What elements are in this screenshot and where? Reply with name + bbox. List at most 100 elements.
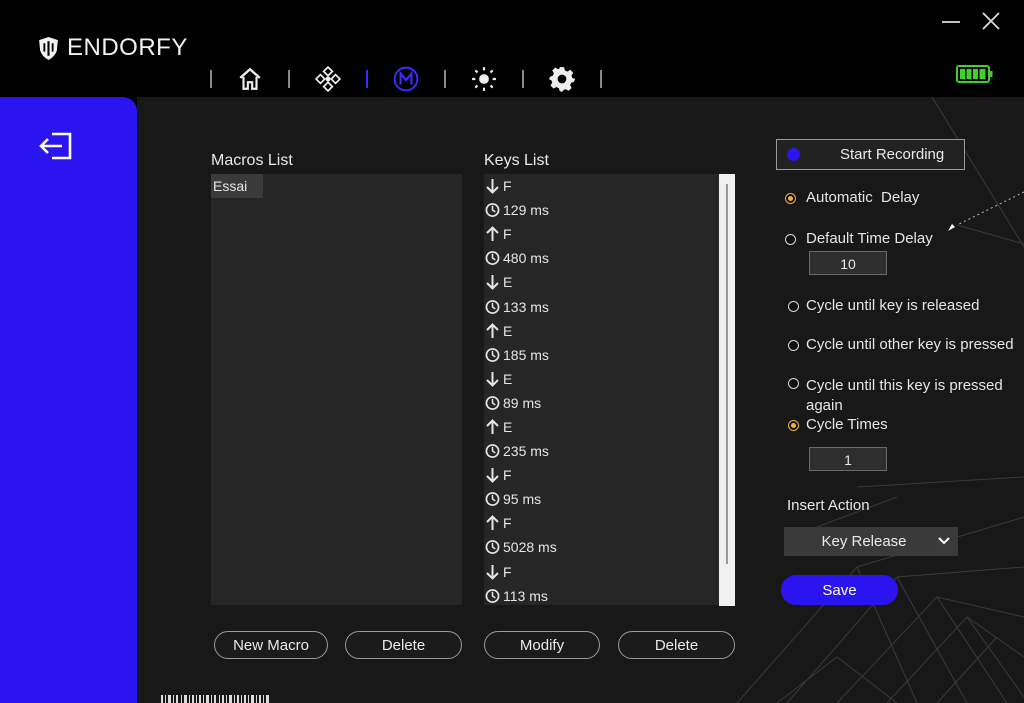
key-row[interactable]: F (484, 174, 720, 198)
arrow-up-icon (485, 515, 503, 531)
key-row-text: E (503, 274, 513, 291)
arrow-down-icon (485, 178, 503, 194)
close-button[interactable] (980, 10, 1002, 32)
radio-cycle-other-key[interactable] (788, 340, 799, 351)
nav-buttons[interactable] (290, 62, 366, 96)
macro-item[interactable]: Essai (211, 174, 263, 198)
start-recording-label: Start Recording (840, 146, 945, 163)
option-label: Cycle Times (806, 416, 888, 433)
key-row-text: F (503, 226, 512, 243)
modify-key-button[interactable]: Modify (484, 631, 600, 659)
dpad-icon (315, 66, 341, 92)
key-row[interactable]: 480 ms (484, 246, 720, 270)
key-row-text: F (503, 515, 512, 532)
key-row[interactable]: F (484, 560, 720, 584)
key-row[interactable]: 185 ms (484, 343, 720, 367)
nav-settings[interactable] (524, 62, 600, 96)
clock-icon (485, 347, 503, 363)
key-row[interactable]: E (484, 415, 720, 439)
radio-automatic-delay[interactable] (785, 193, 796, 204)
key-row-text: 185 ms (503, 346, 549, 363)
clock-icon (485, 491, 503, 507)
keys-list-title: Keys List (484, 152, 549, 169)
macros-list[interactable]: Essai (211, 174, 462, 605)
arrow-up-icon (485, 322, 503, 339)
key-row[interactable]: F (484, 222, 720, 246)
key-row-text: 113 ms (503, 587, 548, 604)
new-macro-button[interactable]: New Macro (214, 631, 328, 659)
key-row[interactable]: 89 ms (484, 391, 720, 415)
option-label-line1: Cycle until this key is pressed (806, 377, 1003, 394)
minimize-icon (942, 21, 960, 23)
option-default-time-delay[interactable]: Default Time Delay (785, 230, 933, 247)
key-row[interactable]: E (484, 319, 720, 343)
sidebar (0, 97, 137, 703)
option-label: Cycle until this key is pressed again (806, 376, 1003, 416)
key-row-text: F (503, 178, 512, 195)
insert-action-label: Insert Action (787, 497, 870, 514)
option-cycle-other-key[interactable]: Cycle until other key is pressed (788, 336, 1014, 353)
gear-icon (549, 67, 575, 92)
option-cycle-this-key[interactable]: Cycle until this key is pressed again (788, 376, 1003, 416)
key-row[interactable]: 113 ms (484, 584, 720, 606)
key-row-text: F (503, 563, 512, 580)
key-row[interactable]: 235 ms (484, 439, 720, 463)
nav-home[interactable] (212, 62, 288, 96)
delete-key-button[interactable]: Delete (618, 631, 735, 659)
clock-icon (485, 250, 503, 266)
radio-cycle-times[interactable] (788, 420, 799, 431)
keys-scrollbar[interactable] (719, 174, 735, 606)
save-button[interactable]: Save (781, 575, 898, 605)
arrow-up-icon (485, 226, 503, 242)
key-row[interactable]: 5028 ms (484, 535, 720, 559)
arrow-up-icon (485, 419, 503, 435)
key-row-text: E (503, 370, 513, 387)
radio-cycle-this-key[interactable] (788, 378, 799, 389)
clock-icon (485, 539, 503, 555)
key-row[interactable]: 129 ms (484, 198, 720, 222)
arrow-down-icon (485, 467, 503, 484)
battery-icon (956, 65, 993, 83)
option-cycle-times[interactable]: Cycle Times (788, 416, 888, 433)
home-icon (239, 67, 261, 90)
key-row[interactable]: 95 ms (484, 487, 720, 511)
start-recording-button[interactable]: Start Recording (776, 139, 965, 170)
key-row-text: 480 ms (503, 250, 549, 267)
option-cycle-released[interactable]: Cycle until key is released (788, 297, 979, 314)
key-row-text: 235 ms (503, 443, 549, 460)
keys-list[interactable]: F 129 ms F 480 ms E 133 ms E 185 ms E 89 ms E 235 m… (484, 174, 735, 606)
endorfy-logo-icon (39, 36, 58, 60)
window-controls (940, 10, 1002, 32)
insert-action-select[interactable]: Key Release (784, 527, 958, 556)
scrollbar-thumb[interactable] (726, 184, 728, 564)
nav-macro[interactable] (368, 62, 444, 96)
minimize-button[interactable] (940, 10, 962, 32)
option-label: Cycle until other key is pressed (806, 336, 1014, 353)
radio-default-time-delay[interactable] (785, 234, 796, 245)
chevron-down-icon (938, 537, 950, 545)
key-row-text: 5028 ms (503, 539, 557, 556)
clock-icon (485, 299, 503, 315)
option-label: Default Time Delay (806, 230, 933, 247)
close-icon (982, 12, 1000, 30)
key-row-text: 89 ms (503, 394, 542, 411)
macro-icon (393, 66, 419, 92)
back-button[interactable] (38, 131, 74, 161)
key-row[interactable]: E (484, 270, 720, 294)
insert-action-value: Key Release (821, 533, 907, 550)
default-delay-input[interactable]: 10 (809, 251, 887, 275)
cycle-times-input[interactable]: 1 (809, 447, 887, 471)
option-automatic-delay[interactable]: Automatic Delay (785, 189, 919, 206)
key-row[interactable]: E (484, 367, 720, 391)
exit-icon (39, 132, 72, 160)
nav-lighting[interactable] (446, 62, 522, 96)
key-row[interactable]: 133 ms (484, 294, 720, 318)
record-dot-icon (787, 148, 800, 161)
option-label: Cycle until key is released (806, 297, 980, 314)
radio-cycle-released[interactable] (788, 301, 799, 312)
key-row[interactable]: F (484, 511, 720, 535)
keys-rows: F 129 ms F 480 ms E 133 ms E 185 ms E 89 ms E 235 m… (484, 174, 720, 606)
arrow-down-icon (485, 274, 503, 291)
key-row[interactable]: F (484, 463, 720, 487)
delete-macro-button[interactable]: Delete (345, 631, 462, 659)
